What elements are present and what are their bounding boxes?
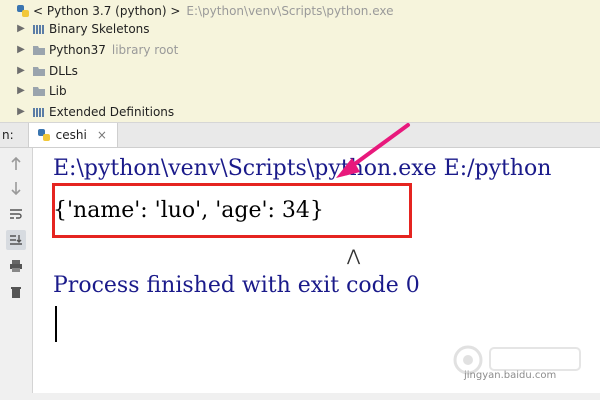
interpreter-path: E:\python\venv\Scripts\python.exe <box>186 3 394 18</box>
tree-item-label: DLLs <box>49 63 78 78</box>
tree-item[interactable]: ▶ Python37 library root <box>0 39 600 60</box>
soft-wrap-button[interactable] <box>6 204 26 224</box>
tree-item-label: Binary Skeletons <box>49 21 150 36</box>
clear-all-button[interactable] <box>6 282 26 302</box>
python-icon <box>37 128 51 142</box>
ibeam-cursor-icon: ⋀ <box>347 246 361 265</box>
folder-icon <box>32 43 46 57</box>
command-line: E:\python\venv\Scripts\python.exe E:/pyt… <box>53 156 552 181</box>
print-icon <box>10 260 22 272</box>
watermark-url: jingyan.baidu.com <box>464 370 557 381</box>
library-root-note: library root <box>111 42 179 57</box>
tree-item-label: Python37 <box>49 42 106 57</box>
folder-icon <box>32 84 46 98</box>
scroll-to-end-icon <box>10 235 22 245</box>
chevron-right-icon[interactable]: ▶ <box>14 22 28 36</box>
python-icon <box>16 4 30 18</box>
soft-wrap-icon <box>10 209 22 219</box>
tree-item-label: Lib <box>49 83 67 98</box>
chevron-right-icon[interactable]: ▶ <box>14 64 28 78</box>
bottom-strip <box>0 393 600 400</box>
console-toolbar <box>0 148 33 400</box>
folder-icon <box>32 64 46 78</box>
output-highlight-box <box>52 183 412 238</box>
trash-icon <box>11 287 21 298</box>
close-icon[interactable]: × <box>97 128 107 142</box>
tab-ceshi[interactable]: ceshi × <box>27 123 118 147</box>
tab-label: ceshi <box>55 128 87 142</box>
tree-item[interactable]: ▶ DLLs <box>0 60 600 81</box>
scroll-down-button[interactable] <box>6 178 26 198</box>
arrow-up-icon <box>11 157 21 170</box>
scroll-up-button[interactable] <box>6 154 26 174</box>
run-tab-bar: n: ceshi × <box>0 123 600 148</box>
tree-item[interactable]: ▶ Lib <box>0 80 600 101</box>
chevron-right-icon[interactable]: ▶ <box>14 105 28 119</box>
library-icon <box>32 22 46 36</box>
print-button[interactable] <box>6 256 26 276</box>
chevron-right-icon[interactable]: ▶ <box>14 84 28 98</box>
run-panel-label: n: <box>2 128 14 142</box>
scroll-to-end-button[interactable] <box>6 230 26 250</box>
exit-message: Process finished with exit code 0 <box>53 273 420 298</box>
text-cursor <box>55 306 57 342</box>
chevron-right-icon[interactable]: ▶ <box>14 43 28 57</box>
tree-item-label: Extended Definitions <box>49 104 175 119</box>
arrow-down-icon <box>11 182 21 195</box>
interpreter-label: < Python 3.7 (python) > <box>33 3 181 18</box>
library-icon <box>32 105 46 119</box>
project-tree: < Python 3.7 (python) > E:\python\venv\S… <box>0 0 600 123</box>
tree-item[interactable]: ▶ Binary Skeletons <box>0 18 600 39</box>
tree-item[interactable]: ▶ Extended Definitions <box>0 101 600 122</box>
